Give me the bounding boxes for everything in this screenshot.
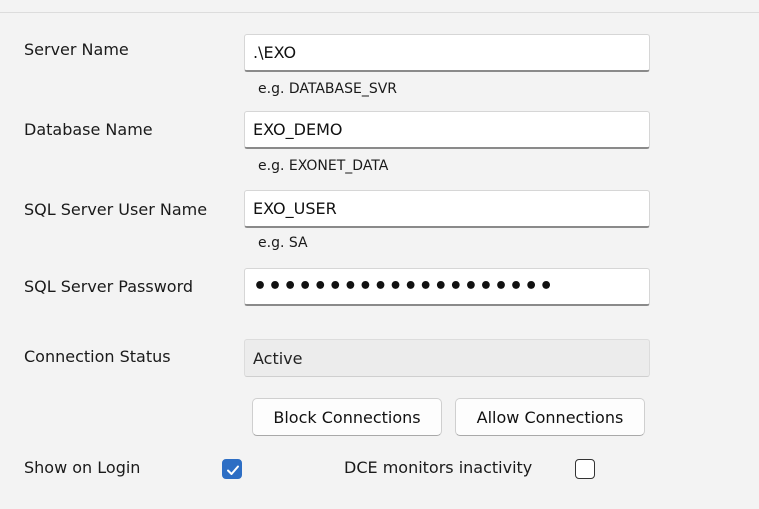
server-name-hint: e.g. DATABASE_SVR: [258, 81, 398, 97]
clipped-header-text: [0, 0, 759, 12]
connection-status-label: Connection Status: [24, 347, 171, 366]
header-divider: [0, 12, 759, 13]
block-connections-button[interactable]: Block Connections: [252, 398, 442, 436]
database-name-label: Database Name: [24, 120, 153, 139]
allow-connections-button[interactable]: Allow Connections: [455, 398, 645, 436]
dce-monitors-inactivity-checkbox[interactable]: [575, 459, 595, 479]
sql-user-name-label: SQL Server User Name: [24, 200, 208, 219]
server-name-label: Server Name: [24, 40, 129, 59]
database-name-input[interactable]: [244, 111, 650, 149]
show-on-login-label: Show on Login: [24, 458, 141, 477]
sql-user-name-input[interactable]: [244, 190, 650, 228]
connection-status-field: [244, 339, 650, 377]
show-on-login-checkbox[interactable]: [222, 459, 242, 479]
database-name-hint: e.g. EXONET_DATA: [258, 158, 389, 174]
dce-monitors-inactivity-label: DCE monitors inactivity: [344, 458, 533, 477]
sql-password-input[interactable]: [244, 268, 650, 306]
sql-user-name-hint: e.g. SA: [258, 235, 308, 251]
server-name-input[interactable]: [244, 34, 650, 72]
checkmark-icon: [227, 465, 239, 475]
sql-password-label: SQL Server Password: [24, 277, 194, 296]
database-connection-panel: Server Name e.g. DATABASE_SVR Database N…: [0, 0, 759, 509]
